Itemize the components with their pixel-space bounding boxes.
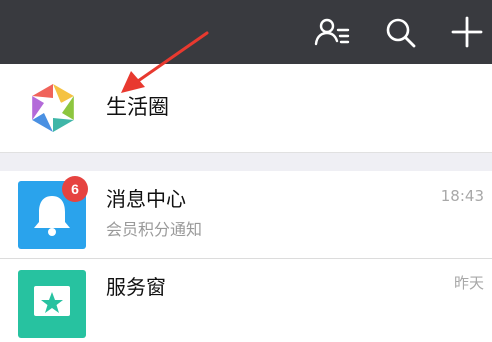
life-circle-row[interactable]: 生活圈 <box>0 64 492 152</box>
aperture-icon <box>32 84 74 132</box>
chat-row-message-center[interactable]: 6 消息中心 会员积分通知 18:43 <box>0 171 492 258</box>
search-icon[interactable] <box>382 14 418 50</box>
top-toolbar <box>0 0 492 64</box>
unread-badge: 6 <box>62 176 88 202</box>
chat-title: 消息中心 <box>106 187 186 211</box>
service-avatar <box>18 270 86 338</box>
section-gap <box>0 152 492 171</box>
chat-title: 服务窗 <box>106 275 166 299</box>
contacts-icon[interactable] <box>314 14 350 50</box>
star-icon <box>34 286 70 316</box>
chat-row-service-window[interactable]: 服务窗 昨天 <box>0 259 492 338</box>
chat-time: 昨天 <box>453 274 484 292</box>
life-circle-label: 生活圈 <box>106 95 169 119</box>
plus-icon[interactable] <box>449 14 485 50</box>
chat-time: 18:43 <box>440 187 484 205</box>
chat-preview: 会员积分通知 <box>106 220 203 239</box>
